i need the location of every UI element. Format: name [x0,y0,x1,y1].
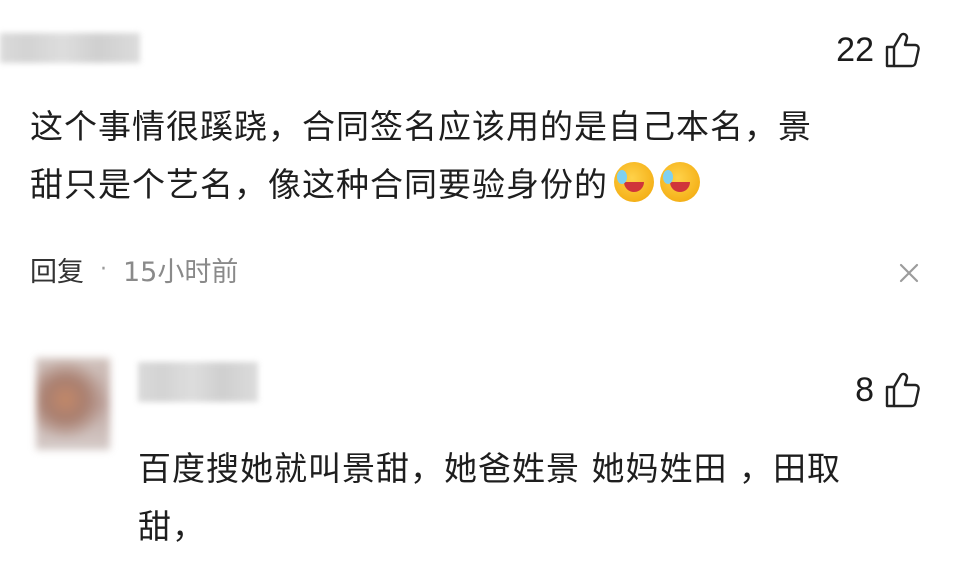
like-button[interactable]: 8 [855,370,920,410]
comment-text-line: 这个事情很蹊跷，合同签名应该用的是自己本名，景 [30,107,812,146]
rolling-on-floor-laughing-emoji-icon [660,162,700,202]
like-button[interactable]: 22 [836,30,920,70]
comment-timestamp: 15小时前 [123,257,239,288]
comment-text: 百度搜她就叫景甜，她爸姓景 她妈姓田 ，田取 甜， [138,440,928,556]
comment-text-line: 甜只是个艺名，像这种合同要验身份的 [30,156,920,214]
like-count: 22 [836,31,874,69]
username-blurred [0,33,140,63]
comment-item: 8 百度搜她就叫景甜，她爸姓景 她妈姓田 ，田取 甜， [0,330,960,579]
thumbs-up-icon[interactable] [884,371,920,409]
comment-text-line: 百度搜她就叫景甜，她爸姓景 她妈姓田 ，田取 [138,449,841,488]
reply-button[interactable]: 回复 [30,250,84,289]
rolling-on-floor-laughing-emoji-icon [614,162,654,202]
comment-text-line: 甜， [138,507,206,546]
comment-text: 这个事情很蹊跷，合同签名应该用的是自己本名，景 甜只是个艺名，像这种合同要验身份… [30,98,920,214]
like-count: 8 [855,371,874,409]
close-icon[interactable] [898,262,920,284]
comment-item: 22 这个事情很蹊跷，合同签名应该用的是自己本名，景 甜只是个艺名，像这种合同要… [0,0,960,330]
avatar[interactable] [36,358,110,450]
comment-text-segment: 甜只是个艺名，像这种合同要验身份的 [30,165,608,204]
username-blurred [138,362,258,402]
thumbs-up-icon[interactable] [884,31,920,69]
comment-meta: 回复 · 15小时前 [30,250,238,289]
meta-separator: · [100,257,107,282]
